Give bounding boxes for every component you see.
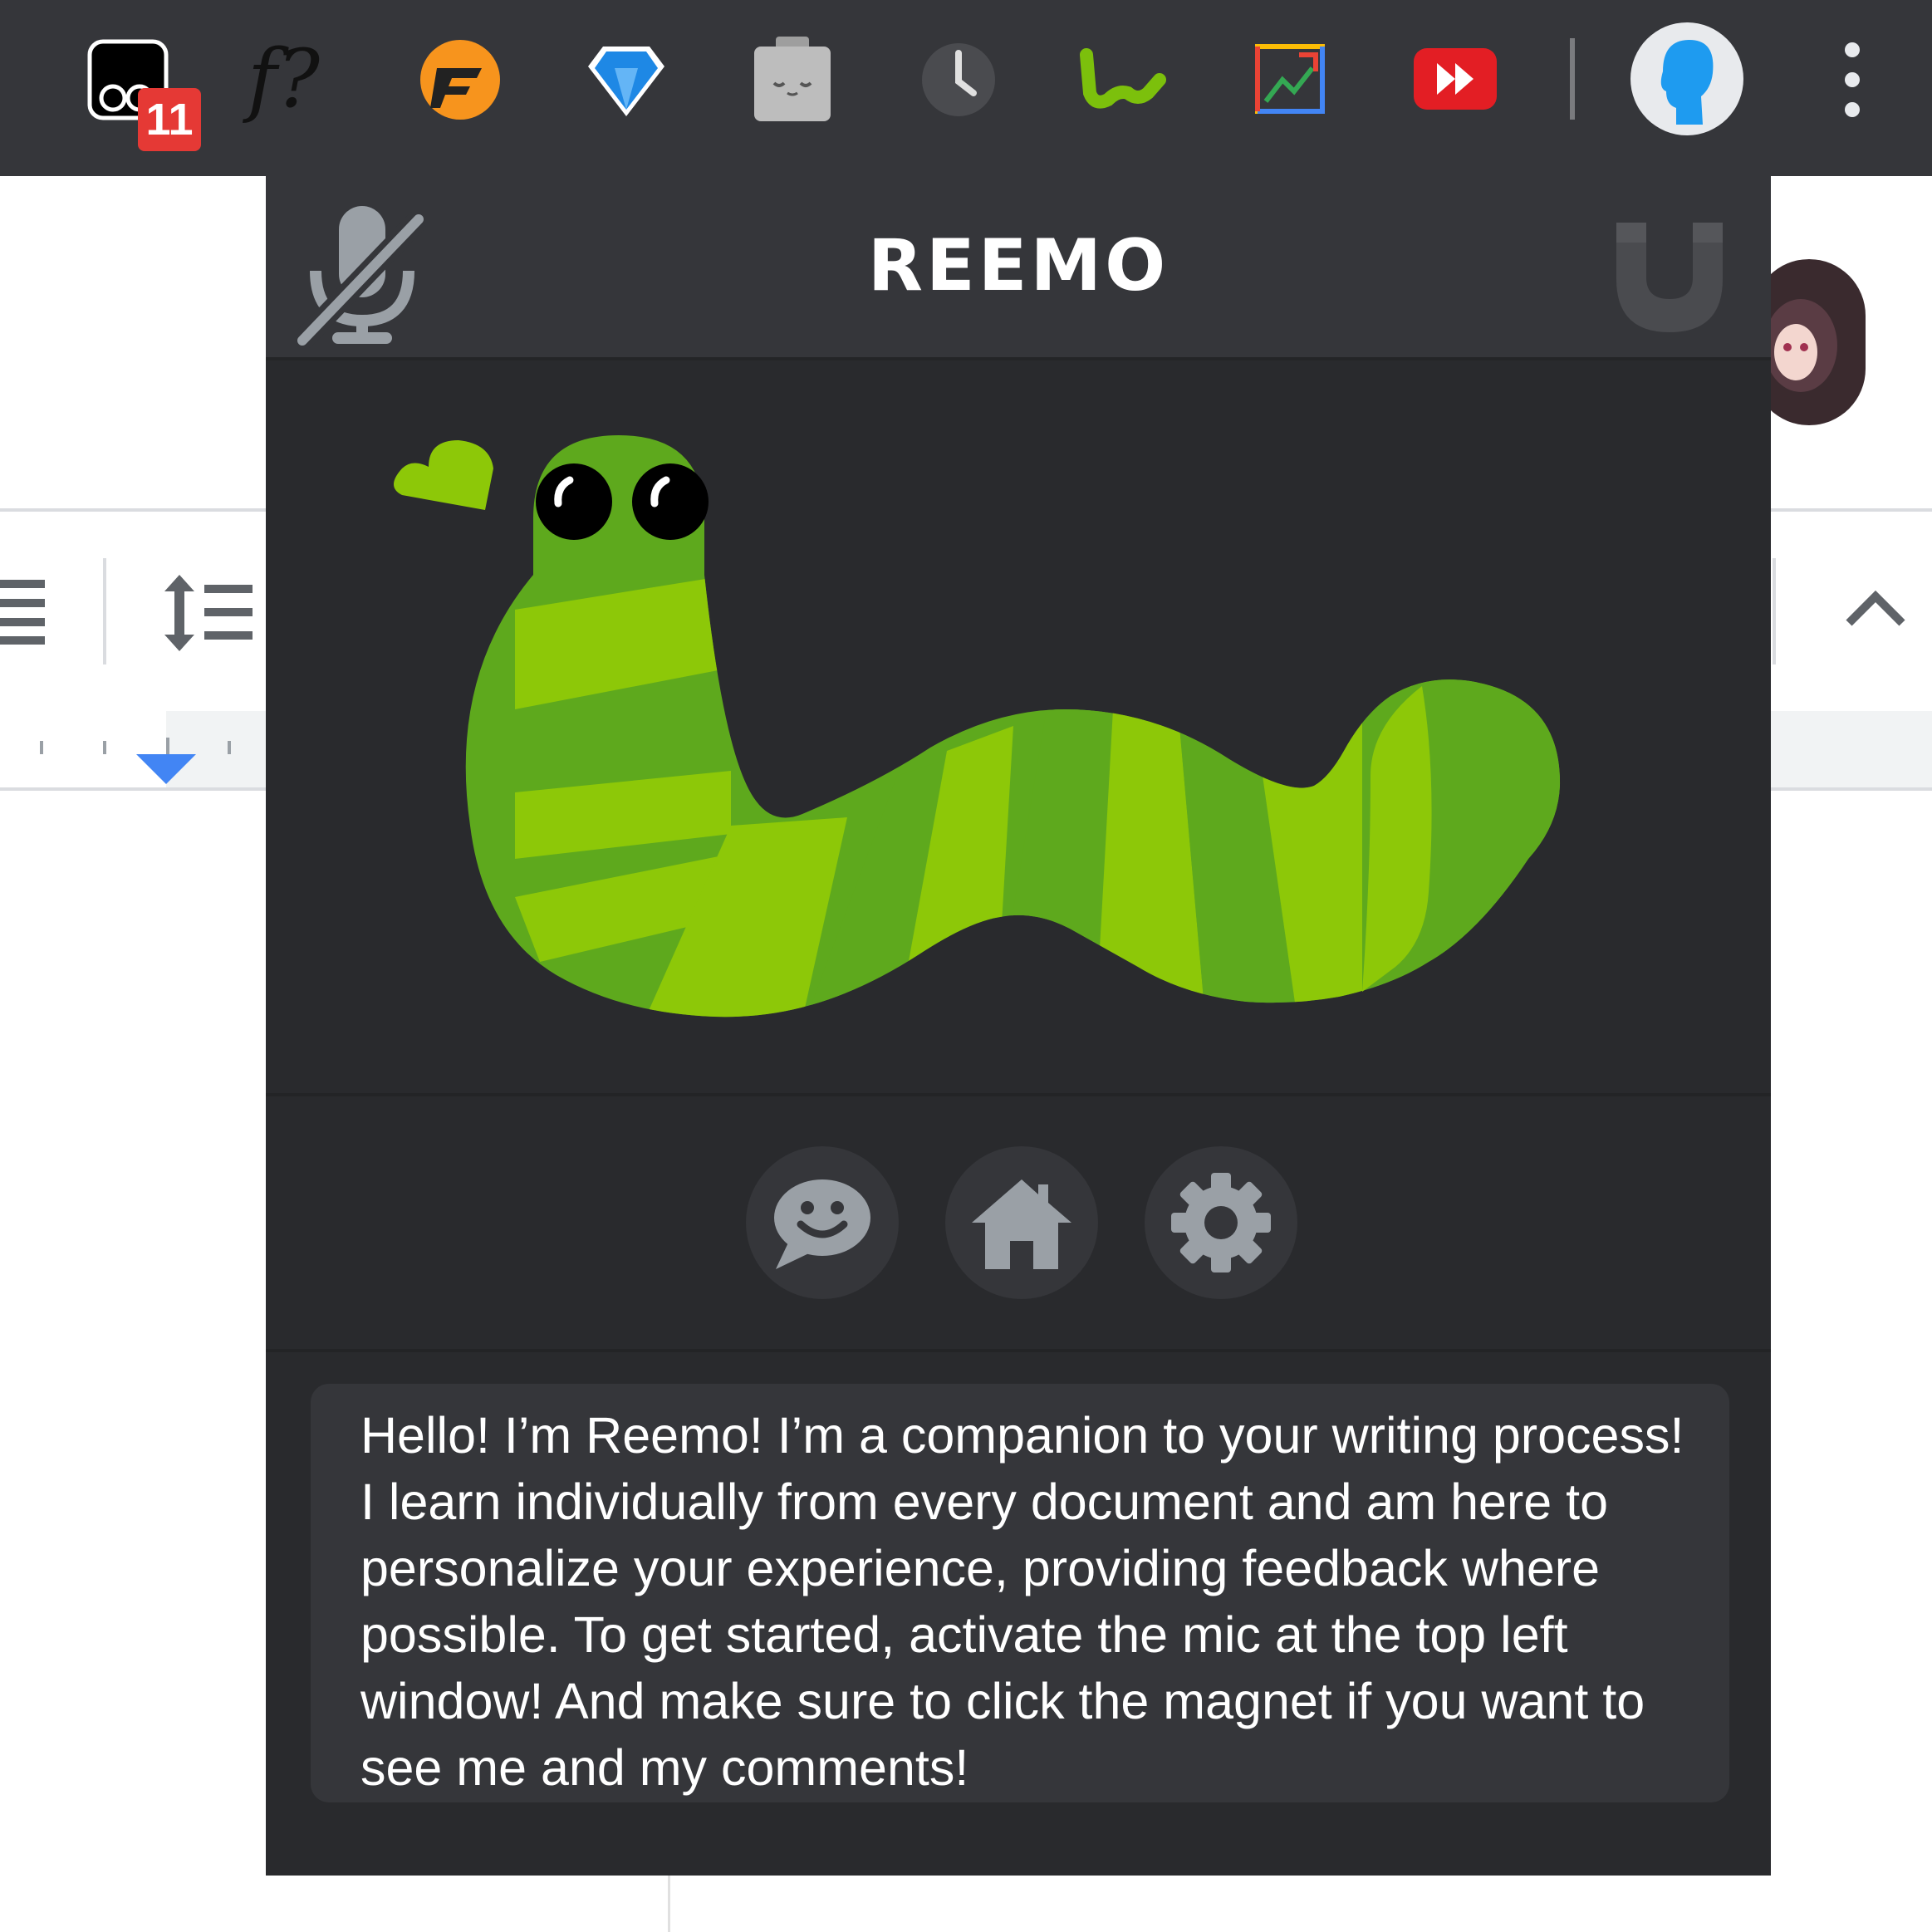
toolbar-divider	[103, 558, 106, 664]
clock-extension-icon[interactable]	[920, 42, 997, 118]
image-chart-extension-icon[interactable]	[1254, 43, 1326, 115]
browser-toolbar: 11 f?	[0, 0, 1932, 176]
kebab-menu-icon[interactable]	[1836, 30, 1869, 130]
fast-forward-extension-icon[interactable]	[1412, 47, 1498, 111]
reemo-worm-mascot	[394, 435, 1561, 1017]
profile-avatar-icon[interactable]	[1630, 22, 1744, 136]
welcome-message: Hello! I’m Reemo! I’m a companion to you…	[311, 1384, 1729, 1802]
magnet-icon[interactable]	[1613, 219, 1726, 336]
diamond-extension-icon[interactable]	[585, 38, 668, 121]
font-finder-icon[interactable]: f?	[248, 30, 347, 128]
settings-button[interactable]	[1145, 1146, 1297, 1299]
popup-header: REEMO	[266, 176, 1771, 360]
heart-icon	[394, 440, 493, 510]
reemo-mascot-area	[266, 360, 1771, 1096]
sleeping-tab-extension-icon[interactable]	[751, 33, 834, 125]
line-spacing-icon[interactable]	[161, 571, 254, 655]
popup-nav	[266, 1096, 1771, 1352]
indent-marker-icon[interactable]	[133, 751, 199, 787]
ruler-tick	[103, 741, 106, 754]
home-button[interactable]	[945, 1146, 1098, 1299]
gear-icon	[1171, 1173, 1271, 1272]
chat-bubble-icon	[774, 1179, 870, 1269]
partial-extension-icon[interactable]	[0, 30, 12, 128]
chat-button[interactable]	[746, 1146, 899, 1299]
notification-badge: 11	[138, 88, 201, 151]
reemo-worm-extension-icon[interactable]	[1076, 47, 1169, 113]
toolbar-divider-right	[1773, 558, 1776, 664]
align-justify-icon[interactable]	[0, 576, 47, 646]
reemo-popup: REEMO Hello! I’m Reemo! I’m a companion …	[266, 176, 1771, 1876]
orange-f-extension-icon[interactable]	[419, 38, 502, 121]
collapse-toolbar-icon[interactable]	[1844, 590, 1907, 630]
ruler-tick	[40, 741, 43, 754]
home-icon	[972, 1179, 1071, 1269]
toolbar-separator	[1570, 38, 1575, 120]
font-finder-label: f?	[248, 32, 320, 125]
ruler-tick	[228, 741, 231, 754]
doc-page-edge	[668, 1876, 1932, 1932]
popup-title: REEMO	[867, 224, 1169, 307]
